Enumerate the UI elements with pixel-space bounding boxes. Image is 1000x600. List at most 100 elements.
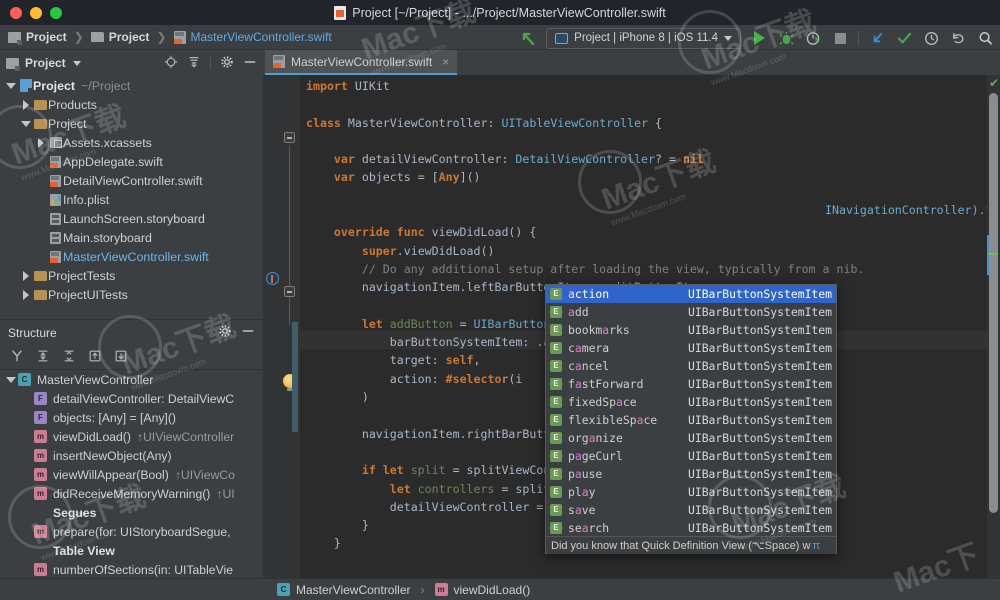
breadcrumb-label: MasterViewController.swift (190, 30, 332, 44)
tree-item[interactable]: LaunchScreen.storyboard (0, 209, 263, 228)
tree-item[interactable]: ProjectTests (0, 266, 263, 285)
chevron-right-icon[interactable] (19, 270, 33, 281)
fold-icon[interactable] (284, 286, 295, 297)
structure-item[interactable]: FdetailViewController: DetailViewC (0, 389, 263, 408)
changed-lines-stripe (292, 322, 298, 432)
tree-item[interactable]: MasterViewController.swift (0, 247, 263, 266)
breadcrumb-item-0[interactable]: Project (8, 30, 67, 45)
validate-button[interactable] (895, 29, 913, 47)
show-inherited-icon[interactable] (88, 349, 102, 366)
autocomplete-item[interactable]: Ecancel UIBarButtonSystemItem (546, 357, 836, 375)
chevron-right-icon[interactable] (19, 99, 33, 110)
editor-marker-bar[interactable]: ✔ (987, 75, 1000, 578)
autocomplete-item[interactable]: Ecamera UIBarButtonSystemItem (546, 339, 836, 357)
autocomplete-item[interactable]: Eorganize UIBarButtonSystemItem (546, 429, 836, 447)
hide-panel-icon[interactable] (243, 55, 257, 72)
tree-item[interactable]: Info.plist (0, 190, 263, 209)
step-into-button[interactable] (868, 29, 886, 47)
tree-item[interactable]: Products (0, 95, 263, 114)
autocomplete-item[interactable]: Esearch UIBarButtonSystemItem (546, 519, 836, 536)
chevron-right-icon[interactable] (34, 137, 48, 148)
autocomplete-item-name: bookmarks (568, 323, 630, 337)
breadcrumb-item-2[interactable]: MasterViewController.swift (173, 30, 332, 44)
structure-item[interactable]: m insertNewObject(Any) (0, 446, 263, 465)
chevron-right-icon[interactable] (19, 289, 33, 300)
autocomplete-item-type: UIBarButtonSystemItem (687, 503, 832, 517)
chevron-down-icon[interactable] (72, 60, 81, 66)
code-line: super.viewDidLoad() (306, 243, 495, 258)
structure-item[interactable]: m prepare(for: UIStoryboardSegue, (0, 522, 263, 541)
sort-by-visibility-icon[interactable] (10, 349, 24, 366)
structure-item[interactable]: C MasterViewController (0, 370, 263, 389)
autocomplete-item-name: pause (568, 467, 603, 481)
debug-button[interactable] (777, 29, 795, 47)
override-icon[interactable] (266, 272, 279, 285)
run-button[interactable] (750, 29, 768, 47)
breadcrumb-item-1[interactable]: Project (90, 30, 149, 44)
tree-item[interactable]: Assets.xcassets (0, 133, 263, 152)
enum-case-icon: E (550, 468, 562, 480)
structure-item[interactable]: m numberOfSections(in: UITableVie (0, 560, 263, 579)
chevron-down-icon[interactable] (4, 376, 18, 383)
analysis-ok-icon[interactable]: ✔ (989, 77, 999, 89)
tree-item[interactable]: DetailViewController.swift (0, 171, 263, 190)
gear-icon[interactable] (220, 55, 234, 72)
structure-item[interactable]: Segues (0, 503, 263, 522)
scroll-from-source-icon[interactable] (114, 349, 128, 366)
structure-item[interactable]: m viewWillAppear(Bool) ↑UIViewCo (0, 465, 263, 484)
symbol-badge: C (18, 373, 31, 386)
expand-all-icon[interactable] (36, 349, 50, 366)
status-class-name[interactable]: MasterViewController (296, 583, 411, 597)
autocomplete-list[interactable]: Eaction UIBarButtonSystemItem Eadd UIBarBut… (546, 285, 836, 536)
structure-tree[interactable]: C MasterViewController FdetailViewControll… (0, 370, 263, 600)
autocomplete-item[interactable]: Esave UIBarButtonSystemItem (546, 501, 836, 519)
stop-button[interactable] (831, 29, 849, 47)
project-tree[interactable]: Project ~/Project Products Project Assets.xc… (0, 76, 263, 319)
collapse-all-icon[interactable] (62, 349, 76, 366)
hide-panel-icon[interactable] (241, 324, 255, 341)
autocomplete-item-type: UIBarButtonSystemItem (687, 395, 832, 409)
structure-item[interactable]: Fobjects: [Any] = [Any]() (0, 408, 263, 427)
structure-item[interactable]: Table View (0, 541, 263, 560)
autocomplete-item[interactable]: Epause UIBarButtonSystemItem (546, 465, 836, 483)
tree-item[interactable]: Project (0, 114, 263, 133)
run-configuration-selector[interactable]: Project | iPhone 8 | iOS 11.4 (546, 27, 741, 49)
tree-item-label: ProjectUITests (48, 287, 128, 302)
autocomplete-item[interactable]: EfastForward UIBarButtonSystemItem (546, 375, 836, 393)
tree-item[interactable]: ProjectUITests (0, 285, 263, 304)
status-method-name[interactable]: viewDidLoad() (454, 583, 531, 597)
close-icon[interactable]: × (442, 55, 449, 69)
editor-scrollbar-thumb[interactable] (989, 93, 998, 513)
search-icon[interactable] (976, 29, 994, 47)
autocomplete-item[interactable]: Ebookmarks UIBarButtonSystemItem (546, 321, 836, 339)
structure-item[interactable]: m viewDidLoad() ↑UIViewController (0, 427, 263, 446)
tree-item-label: Products (48, 97, 97, 112)
chevron-down-icon[interactable] (4, 82, 18, 89)
gear-icon[interactable] (218, 324, 232, 341)
history-icon[interactable] (922, 29, 940, 47)
tree-item-label: ProjectTests (48, 268, 116, 283)
tree-item[interactable]: Project ~/Project (0, 76, 263, 95)
autocomplete-item-type: UIBarButtonSystemItem (687, 449, 832, 463)
collapse-all-icon[interactable] (187, 55, 201, 72)
autocomplete-item[interactable]: Eadd UIBarButtonSystemItem (546, 303, 836, 321)
autocomplete-item[interactable]: EpageCurl UIBarButtonSystemItem (546, 447, 836, 465)
back-arrow-icon[interactable] (519, 29, 537, 47)
profile-button[interactable] (804, 29, 822, 47)
fold-icon[interactable] (284, 132, 295, 143)
chevron-down-icon[interactable] (19, 120, 33, 127)
autocomplete-item[interactable]: Eaction UIBarButtonSystemItem (546, 285, 836, 303)
tree-item[interactable]: AppDelegate.swift (0, 152, 263, 171)
autocomplete-popup[interactable]: Eaction UIBarButtonSystemItem Eadd UIBarBut… (545, 284, 837, 554)
window-title-container: Project [~/Project] - .../Project/Master… (0, 5, 1000, 20)
change-marker[interactable] (987, 235, 989, 275)
revert-icon[interactable] (949, 29, 967, 47)
tab-masterviewcontroller[interactable]: MasterViewController.swift × (265, 50, 458, 75)
autocomplete-item[interactable]: EfixedSpace UIBarButtonSystemItem (546, 393, 836, 411)
autocomplete-item[interactable]: Eplay UIBarButtonSystemItem (546, 483, 836, 501)
autocomplete-item-type: UIBarButtonSystemItem (687, 305, 832, 319)
autocomplete-item[interactable]: EflexibleSpace UIBarButtonSystemItem (546, 411, 836, 429)
structure-item[interactable]: m didReceiveMemoryWarning() ↑UI (0, 484, 263, 503)
tree-item[interactable]: Main.storyboard (0, 228, 263, 247)
locate-icon[interactable] (164, 55, 178, 72)
